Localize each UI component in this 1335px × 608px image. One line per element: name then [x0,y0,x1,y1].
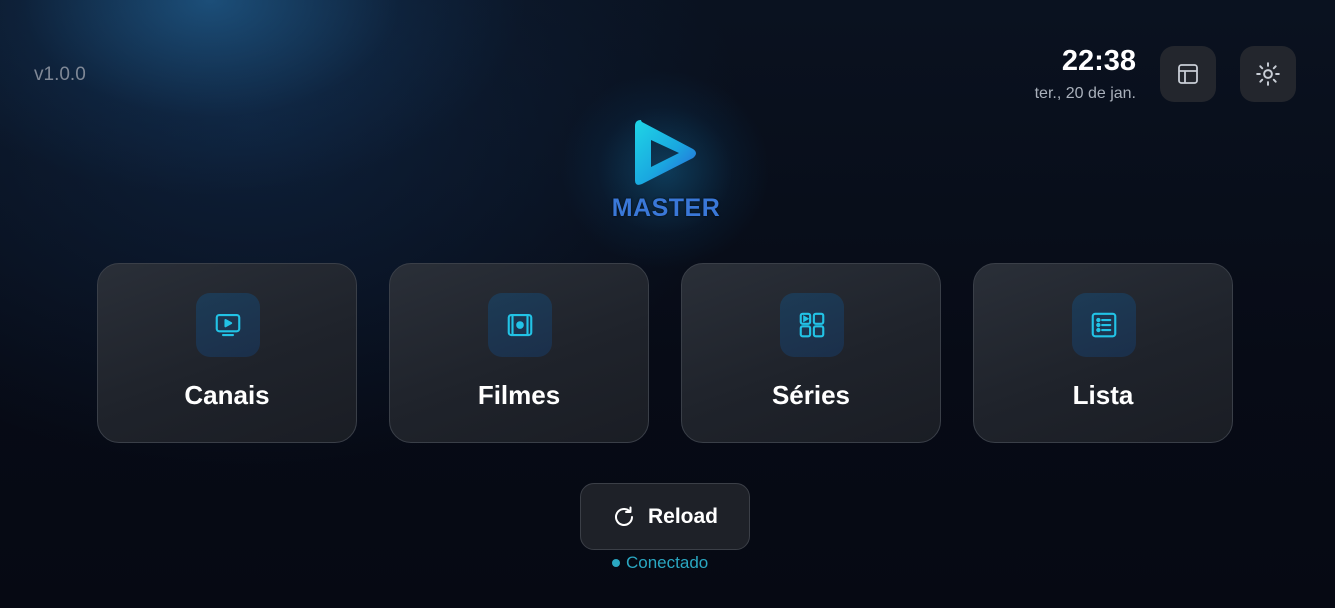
menu-card-lista[interactable]: Lista [973,263,1233,443]
menu-card-filmes[interactable]: Filmes [389,263,649,443]
status-text: Conectado [626,553,709,572]
sun-icon [1256,62,1280,86]
film-icon [507,313,533,337]
menu-card-series[interactable]: Séries [681,263,941,443]
connection-status: Conectado [612,553,732,573]
clock-widget: 22:38 ter., 20 de jan. [1035,44,1136,103]
theme-button[interactable] [1240,46,1296,102]
list-icon [1091,312,1117,338]
clock-date: ter., 20 de jan. [1034,85,1136,102]
lista-icon-box [1072,293,1136,357]
menu-card-label: Lista [1072,380,1134,410]
grid-icon [799,312,825,338]
canais-icon-box [196,293,260,357]
menu-card-label: Filmes [477,380,561,410]
app-logo: MASTER [610,116,722,226]
filmes-icon-box [488,293,552,357]
play-logo-icon [635,120,696,185]
clock-time: 22:38 [1061,45,1136,77]
menu-card-label: Séries [771,380,851,410]
layout-button[interactable] [1160,46,1216,102]
tv-icon [215,313,241,337]
main-menu: Canais Filmes Séries Lista [97,263,1233,443]
logo-text: MASTER [611,194,721,222]
status-dot [612,559,620,567]
series-icon-box [780,293,844,357]
menu-card-label: Canais [184,380,270,410]
refresh-icon [614,506,633,526]
version-label: v1.0.0 [34,64,86,85]
menu-card-canais[interactable]: Canais [97,263,357,443]
reload-button[interactable]: Reload [580,483,750,550]
layout-icon [1178,64,1198,84]
reload-label: Reload [647,504,718,528]
